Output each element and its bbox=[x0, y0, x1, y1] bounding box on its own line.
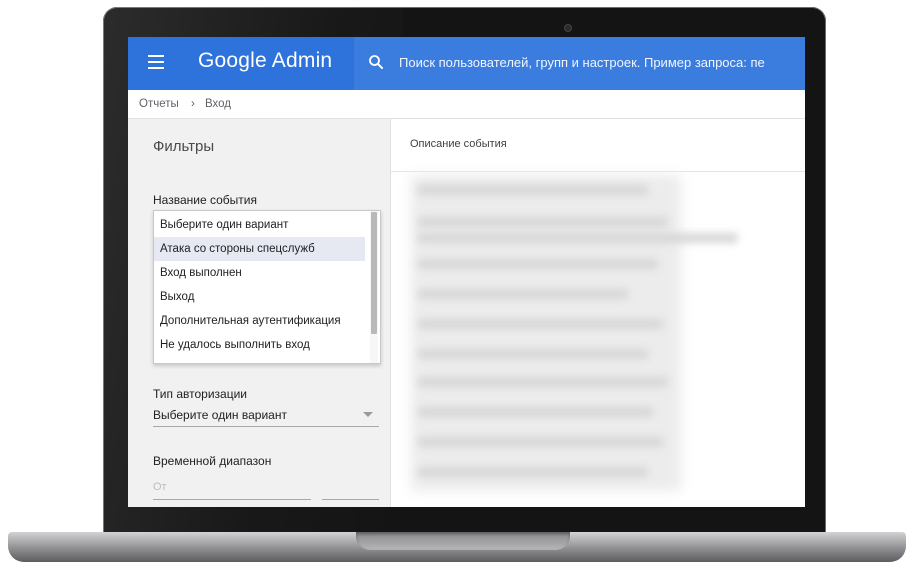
option-login-failed[interactable]: Не удалось выполнить вход bbox=[154, 333, 365, 357]
blurred-row bbox=[418, 185, 648, 195]
auth-type-value: Выберите один вариант bbox=[153, 408, 287, 422]
breadcrumb-separator: › bbox=[191, 98, 195, 110]
time-range-label: Временной диапазон bbox=[153, 454, 272, 468]
blurred-row bbox=[418, 259, 658, 269]
search-input[interactable]: Поиск пользователей, групп и настроек. П… bbox=[399, 55, 765, 70]
breadcrumb: Отчеты › Вход bbox=[128, 90, 805, 119]
blurred-row bbox=[418, 217, 668, 227]
blurred-row bbox=[418, 437, 663, 447]
screen: Google Admin Поиск пользователей, групп … bbox=[128, 37, 805, 507]
blurred-row bbox=[418, 349, 648, 359]
option-logout[interactable]: Выход bbox=[154, 285, 365, 309]
blurred-row bbox=[418, 289, 628, 299]
option-additional-auth[interactable]: Дополнительная аутентификация bbox=[154, 309, 365, 333]
hamburger-menu-icon[interactable] bbox=[148, 55, 164, 69]
event-name-label: Название события bbox=[153, 193, 257, 207]
option-government-attack[interactable]: Атака со стороны спецслужб bbox=[154, 237, 365, 261]
dropdown-scroll-thumb[interactable] bbox=[371, 212, 377, 334]
filters-title: Фильтры bbox=[153, 138, 215, 155]
option-login-success[interactable]: Вход выполнен bbox=[154, 261, 365, 285]
breadcrumb-reports[interactable]: Отчеты bbox=[139, 98, 179, 110]
option-choose-one[interactable]: Выберите один вариант bbox=[154, 213, 365, 237]
blurred-row bbox=[418, 377, 668, 387]
dropdown-scrollbar[interactable] bbox=[370, 211, 378, 363]
webcam-icon bbox=[564, 24, 572, 32]
blurred-row bbox=[418, 407, 653, 417]
search-bar[interactable]: Поиск пользователей, групп и настроек. П… bbox=[354, 37, 805, 90]
dropdown-arrow-icon bbox=[363, 412, 373, 417]
event-name-dropdown-list[interactable]: Выберите один вариант Атака со стороны с… bbox=[153, 210, 381, 364]
app-bar: Google Admin Поиск пользователей, групп … bbox=[128, 37, 805, 90]
date-to-input[interactable] bbox=[322, 481, 379, 500]
content-header: Описание события bbox=[391, 119, 805, 172]
filters-sidebar: Фильтры Название события Выберите один в… bbox=[128, 119, 391, 507]
blurred-row bbox=[418, 233, 738, 243]
date-from-input[interactable]: От bbox=[153, 481, 311, 500]
blurred-row bbox=[418, 467, 648, 477]
breadcrumb-login: Вход bbox=[205, 98, 232, 110]
laptop-opening-notch bbox=[356, 532, 570, 550]
app-title[interactable]: Google Admin bbox=[198, 49, 332, 73]
search-icon[interactable] bbox=[367, 53, 385, 71]
event-description-header: Описание события bbox=[410, 138, 507, 150]
blurred-row bbox=[418, 319, 663, 329]
auth-type-label: Тип авторизации bbox=[153, 387, 247, 401]
auth-type-select[interactable]: Выберите один вариант bbox=[153, 408, 379, 427]
